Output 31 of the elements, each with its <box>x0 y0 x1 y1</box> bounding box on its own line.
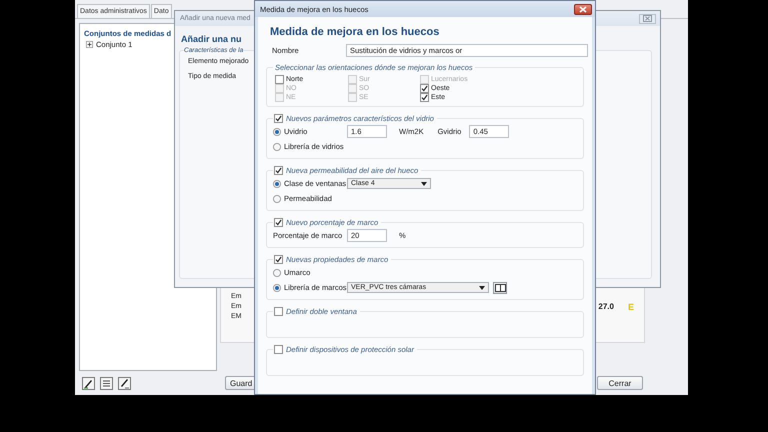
expand-icon[interactable] <box>86 41 93 48</box>
list-icon[interactable] <box>100 376 113 390</box>
checkbox[interactable] <box>275 75 284 84</box>
checkbox[interactable] <box>274 307 283 316</box>
close-icon <box>643 15 652 22</box>
caret-icon <box>421 182 427 186</box>
checkbox[interactable] <box>274 166 283 175</box>
dialog-heading: Medida de mejora en los huecos <box>270 26 440 38</box>
checkbox[interactable] <box>420 93 429 102</box>
checkbox[interactable] <box>274 255 283 264</box>
radio-button[interactable] <box>273 268 281 276</box>
radio-button[interactable] <box>273 284 281 292</box>
checkbox[interactable] <box>274 345 283 354</box>
edit-icon[interactable] <box>82 376 95 390</box>
result-value: 27.0 <box>598 302 614 311</box>
columns-icon <box>494 284 506 292</box>
close-button[interactable] <box>574 4 592 14</box>
edit-icon[interactable] <box>118 376 131 390</box>
checkbox[interactable] <box>420 84 429 93</box>
radio-button[interactable] <box>273 180 281 188</box>
radio-button[interactable] <box>273 142 281 150</box>
radio-button[interactable] <box>273 128 281 136</box>
checkbox[interactable] <box>274 218 283 227</box>
close-icon <box>579 6 587 12</box>
caret-icon <box>479 286 485 290</box>
dialog-heading: Añadir una nu <box>181 34 242 44</box>
checkbox[interactable] <box>274 114 283 123</box>
result-grade: E <box>628 302 634 312</box>
close-button[interactable]: Cerrar <box>597 376 643 390</box>
library-button[interactable] <box>493 282 507 294</box>
radio-button[interactable] <box>273 194 281 202</box>
